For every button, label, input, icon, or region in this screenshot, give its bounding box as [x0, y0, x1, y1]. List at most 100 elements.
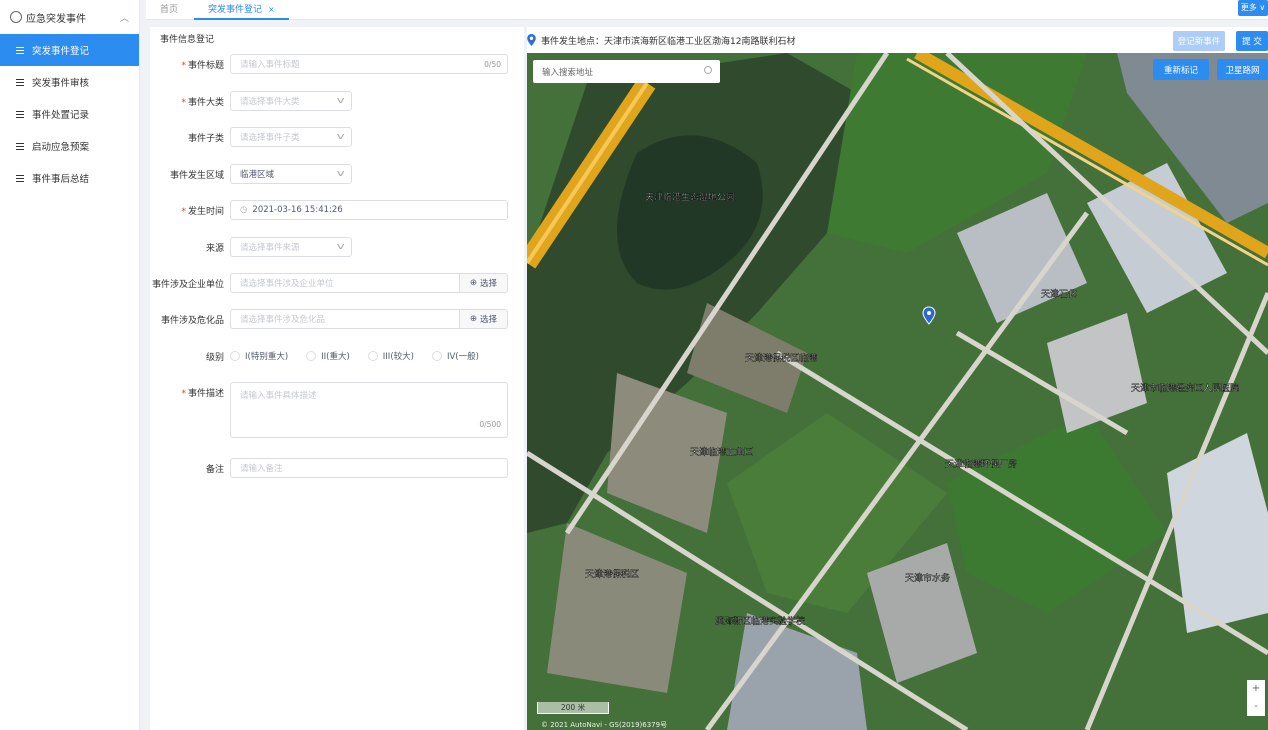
map-panel: 事件发生地点： 天津市滨海新区临港工业区渤海12南路联利石材 登记新事件 提 交	[527, 27, 1268, 730]
map-label: 天津市水务	[905, 572, 950, 584]
emergency-icon	[10, 11, 22, 23]
sidebar-item-handling[interactable]: 事件处置记录	[0, 98, 139, 130]
search-icon[interactable]	[704, 66, 712, 74]
area-row: 事件发生区域 临港区域 v	[150, 164, 524, 184]
submit-button[interactable]: 提 交	[1236, 31, 1268, 51]
chevron-up-icon[interactable]: ︿	[120, 11, 129, 24]
sidebar-item-label: 突发事件登记	[32, 46, 90, 57]
chemical-input[interactable]: 请选择事件涉及危化品	[230, 309, 460, 329]
remark-row: 备注 请输入备注	[150, 458, 524, 478]
location-value: 天津市滨海新区临港工业区渤海12南路联利石材	[604, 36, 796, 47]
menu-icon	[16, 78, 24, 86]
level-radio-1[interactable]: I(特别重大)	[230, 350, 288, 362]
zoom-in-button[interactable]: +	[1247, 680, 1265, 698]
event-time-picker[interactable]: ◷ 2021-03-16 15:41:26	[230, 200, 508, 220]
level-row: 级别 I(特别重大) II(重大) III(较大) IV(一般)	[150, 346, 524, 366]
sidebar-item-register[interactable]: 突发事件登记	[0, 34, 139, 66]
plus-circle-icon: ⊕	[469, 278, 478, 288]
map-search-input[interactable]: 输入搜索地址	[533, 60, 720, 83]
clock-icon: ◷	[240, 205, 248, 215]
form-title: 事件信息登记	[160, 35, 215, 45]
field-label: 事件涉及企业单位	[151, 279, 224, 290]
map-label: 天津临港环保厂房	[945, 458, 1017, 470]
level-radio-4[interactable]: IV(一般)	[431, 350, 479, 362]
map-label: 天津石化	[1041, 288, 1077, 300]
field-label: 事件子类	[187, 133, 224, 144]
time-row: * 发生时间 ◷ 2021-03-16 15:41:26	[150, 200, 524, 220]
field-label: * 事件大类	[181, 97, 224, 108]
more-label: 更多	[1240, 3, 1257, 12]
satellite-road-toggle[interactable]: 卫星路网	[1217, 59, 1268, 80]
description-textarea[interactable]: 请输入事件具体描述 0/500	[230, 382, 508, 438]
menu-icon	[16, 110, 24, 118]
select-chemical-button[interactable]: ⊕ 选择	[460, 309, 508, 329]
location-pin-icon	[527, 34, 536, 46]
satellite-map[interactable]: 天津临港生态湿地公园 天津港保税区临港 天津临港工业区 天津石化 天津市临港经济…	[527, 53, 1268, 730]
source-row: 来源 请选择事件来源 v	[150, 237, 524, 257]
description-row: * 事件描述 请输入事件具体描述 0/500	[150, 382, 524, 438]
select-company-button[interactable]: ⊕ 选择	[460, 273, 508, 293]
close-icon[interactable]: ×	[268, 5, 275, 14]
event-subcategory-select[interactable]: 请选择事件子类 v	[230, 127, 352, 147]
tab-home[interactable]: 首页	[146, 0, 192, 20]
chevron-down-icon: v	[336, 169, 345, 179]
chevron-down-icon: v	[336, 96, 345, 106]
field-label: 来源	[205, 243, 224, 254]
field-label: 级别	[205, 352, 224, 363]
char-count: 0/500	[479, 420, 501, 429]
event-area-select[interactable]: 临港区域 v	[230, 164, 352, 184]
category-row: * 事件大类 请选择事件大类 v	[150, 91, 524, 111]
remark-input[interactable]: 请输入备注	[230, 458, 508, 478]
sidebar-title: 应急突发事件	[26, 13, 86, 25]
zoom-out-button[interactable]: -	[1247, 698, 1265, 716]
plus-circle-icon: ⊕	[469, 314, 478, 324]
sidebar-item-plan[interactable]: 启动应急预案	[0, 130, 139, 162]
sidebar-item-summary[interactable]: 事件事后总结	[0, 162, 139, 194]
event-source-select[interactable]: 请选择事件来源 v	[230, 237, 352, 257]
tab-label: 突发事件登记	[208, 5, 263, 15]
field-label: 事件发生区域	[169, 170, 224, 181]
field-label: * 事件描述	[181, 389, 224, 399]
field-label: * 事件标题	[181, 60, 224, 71]
chevron-down-icon: v	[336, 242, 345, 252]
subcategory-row: 事件子类 请选择事件子类 v	[150, 127, 524, 147]
char-count: 0/50	[484, 59, 501, 69]
level-radio-3[interactable]: III(较大)	[367, 350, 414, 362]
sidebar-item-label: 启动应急预案	[32, 142, 90, 153]
chemical-row: 事件涉及危化品 请选择事件涉及危化品 ⊕ 选择	[150, 309, 524, 329]
location-header: 事件发生地点： 天津市滨海新区临港工业区渤海12南路联利石材	[527, 27, 1268, 53]
sidebar-item-review[interactable]: 突发事件审核	[0, 66, 139, 98]
map-imagery: 天津临港生态湿地公园 天津港保税区临港 天津临港工业区 天津石化 天津市临港经济…	[527, 53, 1268, 730]
menu-icon	[16, 142, 24, 150]
field-label: 备注	[205, 464, 224, 475]
event-category-select[interactable]: 请选择事件大类 v	[230, 91, 352, 111]
sidebar-item-label: 突发事件审核	[32, 78, 90, 89]
register-new-event-button[interactable]: 登记新事件	[1173, 31, 1225, 51]
event-title-input[interactable]: 请输入事件标题 0/50	[230, 54, 508, 74]
sidebar-header[interactable]: 应急突发事件 ︿	[0, 0, 139, 34]
map-label: 天津临港生态湿地公园	[645, 191, 735, 203]
map-copyright: © 2021 AutoNavi - GS(2019)6379号	[541, 721, 668, 729]
map-label: 滨海新区临港实验学校	[715, 615, 805, 627]
tab-register[interactable]: 突发事件登记 ×	[194, 0, 289, 20]
more-button[interactable]: 更多 ∨	[1238, 0, 1268, 16]
map-label: 天津港保税区	[585, 568, 639, 580]
title-row: * 事件标题 请输入事件标题 0/50	[150, 54, 524, 74]
remark-location-button[interactable]: 重新标记	[1153, 59, 1209, 80]
chevron-down-icon: v	[336, 132, 345, 142]
field-label: * 发生时间	[181, 206, 224, 217]
sidebar: 应急突发事件 ︿ 突发事件登记 突发事件审核 事件处置记录 启动应急预案 事件事…	[0, 0, 140, 730]
company-input[interactable]: 请选择事件涉及企业单位	[230, 273, 460, 293]
level-radio-2[interactable]: II(重大)	[306, 350, 350, 362]
menu-icon	[16, 46, 24, 54]
map-label: 天津港保税区临港	[745, 352, 817, 364]
map-scale: 200 米	[537, 702, 609, 714]
event-form: 事件信息登记 * 事件标题 请输入事件标题 0/50 * 事件大类 请选择事件大类 v …	[150, 27, 524, 730]
location-label: 事件发生地点：	[541, 36, 605, 47]
tab-label: 首页	[160, 5, 179, 15]
sidebar-item-label: 事件处置记录	[32, 110, 90, 121]
map-label: 天津市临港经济区人民医院	[1131, 382, 1239, 394]
field-label: 事件涉及危化品	[160, 315, 224, 326]
company-row: 事件涉及企业单位 请选择事件涉及企业单位 ⊕ 选择	[150, 273, 524, 293]
menu-icon	[16, 174, 24, 182]
